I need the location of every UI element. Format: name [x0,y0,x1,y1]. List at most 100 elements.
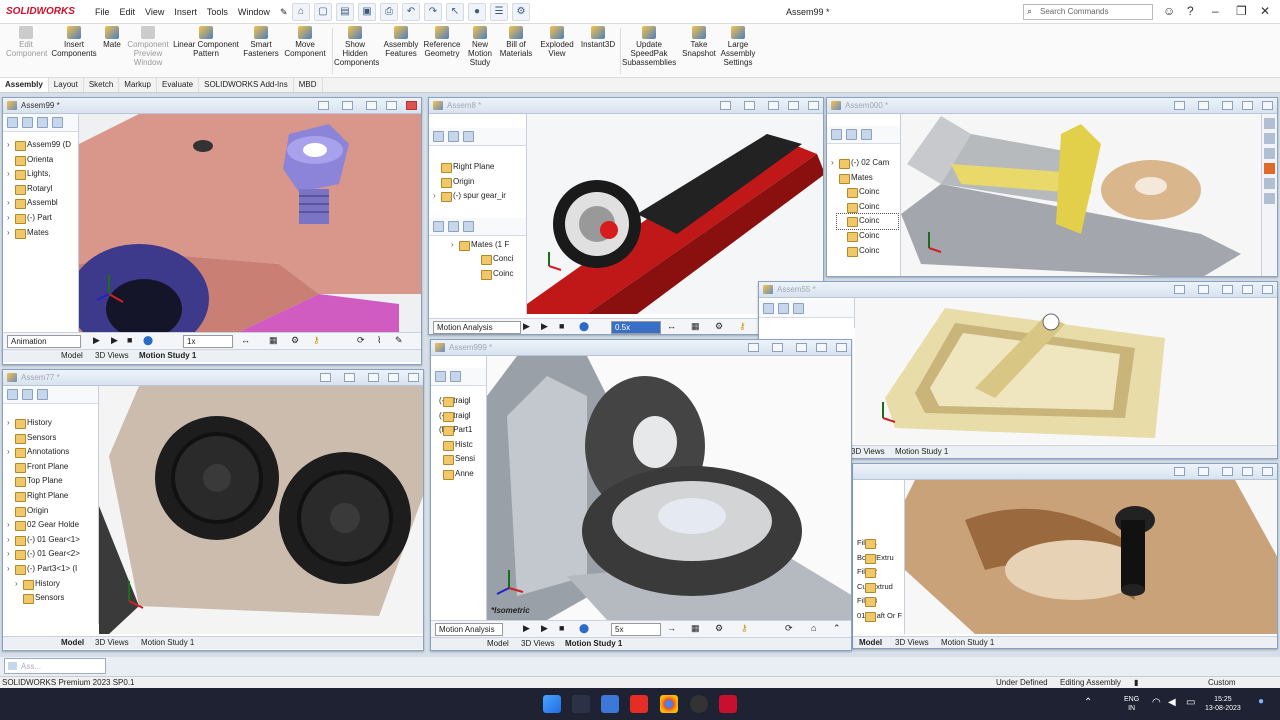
assembly-features-button[interactable]: Assembly Features [382,26,420,58]
maximize-window-icon[interactable] [788,101,799,110]
notification-icon[interactable]: ● [1258,697,1264,707]
restore-icon[interactable]: ❐ [1236,4,1247,18]
tab-assembly[interactable]: Assembly [0,78,49,92]
spring-icon[interactable]: ⌇ [377,335,381,346]
tree-item[interactable]: Origin [431,175,524,190]
config-tab-icon[interactable] [793,303,804,314]
tile-window-icon[interactable] [1198,467,1209,476]
options-icon[interactable]: ⚙ [512,3,530,21]
tile-window-icon[interactable] [772,343,783,352]
minimize-window-icon[interactable] [1222,101,1233,110]
tab-evaluate[interactable]: Evaluate [157,78,200,92]
calculate-icon[interactable]: ▶︎ [523,623,530,634]
tree-item[interactable]: (-) Part3<1> (I [5,562,96,577]
tree-item[interactable]: Sensors [13,591,96,606]
study-type-select[interactable]: Motion Analysis [435,623,503,636]
document-window-assem77[interactable]: Assem77 * History Sensors Annotations Fr… [2,369,424,651]
tree-item[interactable]: Coinc [837,229,898,244]
tab-3d-views[interactable]: 3D Views [851,447,885,456]
tree-item[interactable]: Boss-Extru [855,551,902,566]
autokey-icon[interactable]: ⚷ [741,623,748,634]
tab-markup[interactable]: Markup [119,78,157,92]
collapse-icon[interactable]: ⌃ [833,623,841,634]
minimize-window-icon[interactable] [768,101,779,110]
minimize-window-icon[interactable] [1222,467,1233,476]
calculate-icon[interactable]: ▶︎ [93,335,100,346]
maximize-window-icon[interactable] [1242,101,1253,110]
tree-item[interactable]: (-) 01 Gear<2> [5,547,96,562]
study-type-select[interactable]: Motion Analysis [433,321,521,334]
large-assembly-settings-button[interactable]: Large Assembly Settings [720,26,756,67]
maximize-window-icon[interactable] [386,101,397,110]
playback-speed-select[interactable]: 5x [611,623,661,636]
stop-icon[interactable]: ■ [127,335,132,345]
contact-icon[interactable]: ⌂ [811,623,816,633]
play-icon[interactable]: ▶ [541,623,548,634]
tree-item[interactable]: (-) 02 Cam [829,156,898,171]
feature-tree-tab-icon[interactable] [763,303,774,314]
tab-3d-views[interactable]: 3D Views [521,639,555,648]
rebuild-icon[interactable]: ▮ [1134,678,1138,687]
maximize-window-icon[interactable] [816,343,827,352]
tab-layout[interactable]: Layout [49,78,84,92]
component-preview-window-button[interactable]: Component Preview Window [124,26,172,67]
tree-item[interactable]: Annotations [5,445,96,460]
tree-item[interactable]: Front Plane [5,460,96,475]
graphics-viewport[interactable] [905,480,1277,634]
take-snapshot-button[interactable]: Take Snapshot [680,26,718,58]
calculate-icon[interactable]: ▶︎ [523,321,530,332]
window-titlebar[interactable]: Assem000 * [827,98,1277,114]
window-titlebar[interactable]: Assem999 * [431,340,851,356]
new-motion-study-button[interactable]: New Motion Study [464,26,496,67]
tree-item[interactable]: Sensors [5,431,96,446]
open-icon[interactable]: ▤ [336,3,354,21]
edit-component-button[interactable]: Edit Component [6,26,47,58]
config-tab-icon[interactable] [463,220,474,232]
tab-motion-study[interactable]: Motion Study 1 [895,447,948,456]
close-window-icon[interactable] [1262,285,1273,294]
maximize-window-icon[interactable] [1242,285,1253,294]
filter-icon[interactable] [52,117,63,128]
tab-model[interactable]: Model [61,638,84,647]
document-window-assem99[interactable]: Assem99 * Assem99 (D Orienta Lights, Rot… [2,97,422,365]
volume-icon[interactable]: ◀ [1168,698,1176,708]
wifi-icon[interactable]: ◠ [1152,698,1161,708]
restore-window-icon[interactable] [720,101,731,110]
tree-item[interactable]: Mates [5,226,76,241]
help-icon[interactable]: ? [1187,4,1194,18]
tree-item[interactable]: Anne [433,467,484,482]
tree-item[interactable]: (-) 01 Gear<1> [5,533,96,548]
save-animation-icon[interactable]: ▦ [691,321,700,332]
property-tab-icon[interactable] [448,131,459,142]
tree-item[interactable]: Coinc [471,267,524,282]
solidworks-taskbar-icon[interactable] [719,695,737,713]
playback-mode-icon[interactable]: ↔ [667,321,676,331]
window-titlebar[interactable] [853,464,1277,480]
tile-window-icon[interactable] [744,101,755,110]
config-tab-icon[interactable] [463,131,474,142]
new-icon[interactable]: ▢ [314,3,332,21]
appearances-icon[interactable] [1264,163,1275,174]
close-window-icon[interactable] [836,343,847,352]
close-icon[interactable]: ✕ [1260,4,1270,18]
property-tab-icon[interactable] [22,389,33,400]
tree-item[interactable]: Lights, [5,167,76,182]
design-library-icon[interactable] [1264,133,1275,144]
select-icon[interactable]: ↖ [446,3,464,21]
graphics-viewport[interactable] [855,298,1277,444]
filter-icon[interactable] [433,220,444,232]
tree-item[interactable]: Fillet2 [855,565,902,580]
close-window-icon[interactable] [1262,101,1273,110]
tree-item[interactable]: Assem99 (D [5,138,76,153]
windows-start-icon[interactable] [543,695,561,713]
tree-item[interactable]: (-) straigl [433,394,484,409]
menu-edit[interactable]: Edit [120,7,136,18]
tree-item[interactable]: (-) straigl [433,409,484,424]
save-icon[interactable]: ▣ [358,3,376,21]
maximize-window-icon[interactable] [388,373,399,382]
redo-icon[interactable]: ↷ [424,3,442,21]
units-select[interactable]: Custom [1208,678,1236,687]
tree-item[interactable]: (-) spur gear_ir [431,189,524,204]
tab-sketch[interactable]: Sketch [84,78,120,92]
config-tab-icon[interactable] [37,389,48,400]
